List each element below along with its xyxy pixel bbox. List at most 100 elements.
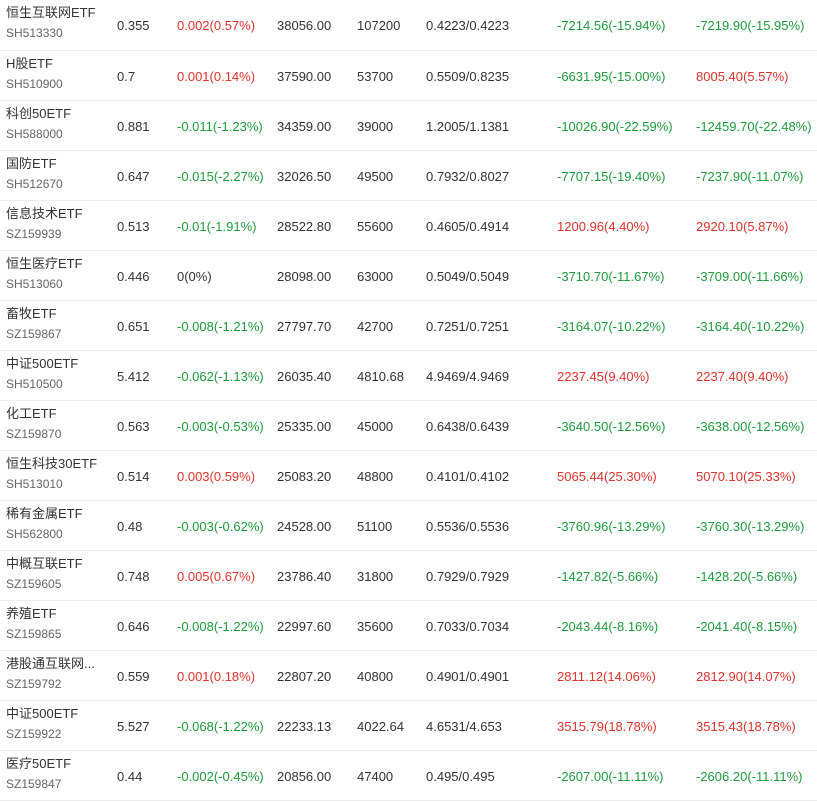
cost-cell: 0.6438/0.6439	[426, 418, 510, 434]
fund-name[interactable]: 中证500ETF	[6, 355, 78, 373]
fund-name[interactable]: 国防ETF	[6, 155, 57, 173]
fund-name[interactable]: 恒生互联网ETF	[6, 4, 96, 22]
change-cell: 0.003(0.59%)	[177, 468, 256, 484]
name-cell[interactable]: 稀有金属ETF SH562800	[6, 501, 106, 551]
fund-name[interactable]: H股ETF	[6, 55, 53, 73]
table-row[interactable]: 养殖ETF SZ159865 0.646 -0.008(-1.22%) 2299…	[0, 601, 817, 651]
price-cell: 0.563	[117, 418, 150, 434]
market-value-cell: 28098.00	[277, 268, 332, 284]
change-cell: 0(0%)	[177, 268, 212, 284]
cost-cell: 0.5049/0.5049	[426, 268, 510, 284]
shares-cell: 40800	[357, 668, 394, 684]
name-cell[interactable]: H股ETF SH510900	[6, 51, 106, 101]
fund-code: SH513010	[6, 477, 63, 491]
table-row[interactable]: H股ETF SH510900 0.7 0.001(0.14%) 37590.00…	[0, 51, 817, 101]
fund-code: SZ159922	[6, 727, 62, 741]
table-row[interactable]: 恒生科技30ETF SH513010 0.514 0.003(0.59%) 25…	[0, 451, 817, 501]
total-profit-loss-cell: -3638.00(-12.56%)	[696, 418, 805, 434]
fund-name[interactable]: 科创50ETF	[6, 105, 71, 123]
market-value-cell: 26035.40	[277, 368, 332, 384]
table-row[interactable]: 畜牧ETF SZ159867 0.651 -0.008(-1.21%) 2779…	[0, 301, 817, 351]
fund-name[interactable]: 中证500ETF	[6, 705, 78, 723]
fund-name[interactable]: 畜牧ETF	[6, 305, 57, 323]
name-cell[interactable]: 恒生医疗ETF SH513060	[6, 251, 106, 301]
price-cell: 0.647	[117, 168, 150, 184]
table-row[interactable]: 中证500ETF SZ159922 5.527 -0.068(-1.22%) 2…	[0, 701, 817, 751]
price-cell: 0.559	[117, 668, 150, 684]
fund-name[interactable]: 港股通互联网...	[6, 655, 95, 673]
cost-cell: 0.5536/0.5536	[426, 518, 510, 534]
total-profit-loss-cell: -2606.20(-11.11%)	[696, 768, 803, 784]
fund-name[interactable]: 中概互联ETF	[6, 555, 83, 573]
name-cell[interactable]: 化工ETF SZ159870	[6, 401, 106, 451]
fund-code: SZ159867	[6, 327, 62, 341]
profit-loss-cell: -6631.95(-15.00%)	[557, 68, 666, 84]
total-profit-loss-cell: 2812.90(14.07%)	[696, 668, 796, 684]
name-cell[interactable]: 恒生科技30ETF SH513010	[6, 451, 106, 501]
fund-name[interactable]: 养殖ETF	[6, 605, 57, 623]
change-cell: 0.001(0.18%)	[177, 668, 256, 684]
total-profit-loss-cell: -7237.90(-11.07%)	[696, 168, 804, 184]
profit-loss-cell: -3164.07(-10.22%)	[557, 318, 666, 334]
name-cell[interactable]: 医疗50ETF SZ159847	[6, 751, 106, 801]
total-profit-loss-cell: -3709.00(-11.66%)	[696, 268, 804, 284]
shares-cell: 4022.64	[357, 718, 404, 734]
shares-cell: 4810.68	[357, 368, 404, 384]
fund-code: SH562800	[6, 527, 63, 541]
profit-loss-cell: -3640.50(-12.56%)	[557, 418, 666, 434]
name-cell[interactable]: 科创50ETF SH588000	[6, 101, 106, 151]
fund-name[interactable]: 医疗50ETF	[6, 755, 71, 773]
name-cell[interactable]: 中证500ETF SH510500	[6, 351, 106, 401]
cost-cell: 4.6531/4.653	[426, 718, 502, 734]
name-cell[interactable]: 养殖ETF SZ159865	[6, 601, 106, 651]
profit-loss-cell: 2237.45(9.40%)	[557, 368, 650, 384]
table-row[interactable]: 中证500ETF SH510500 5.412 -0.062(-1.13%) 2…	[0, 351, 817, 401]
cost-cell: 1.2005/1.1381	[426, 118, 510, 134]
profit-loss-cell: -1427.82(-5.66%)	[557, 568, 659, 584]
profit-loss-cell: -3760.96(-13.29%)	[557, 518, 666, 534]
fund-code: SH512670	[6, 177, 63, 191]
name-cell[interactable]: 恒生互联网ETF SH513330	[6, 0, 106, 50]
market-value-cell: 22997.60	[277, 618, 332, 634]
fund-code: SH513330	[6, 26, 63, 40]
table-row[interactable]: 科创50ETF SH588000 0.881 -0.011(-1.23%) 34…	[0, 101, 817, 151]
fund-code: SZ159939	[6, 227, 62, 241]
shares-cell: 63000	[357, 268, 394, 284]
table-row[interactable]: 稀有金属ETF SH562800 0.48 -0.003(-0.62%) 245…	[0, 501, 817, 551]
total-profit-loss-cell: 5070.10(25.33%)	[696, 468, 796, 484]
table-row[interactable]: 港股通互联网... SZ159792 0.559 0.001(0.18%) 22…	[0, 651, 817, 701]
table-row[interactable]: 恒生医疗ETF SH513060 0.446 0(0%) 28098.00 63…	[0, 251, 817, 301]
cost-cell: 4.9469/4.9469	[426, 368, 510, 384]
price-cell: 0.513	[117, 218, 150, 234]
total-profit-loss-cell: -1428.20(-5.66%)	[696, 568, 798, 584]
table-row[interactable]: 中概互联ETF SZ159605 0.748 0.005(0.67%) 2378…	[0, 551, 817, 601]
table-row[interactable]: 医疗50ETF SZ159847 0.44 -0.002(-0.45%) 208…	[0, 751, 817, 801]
fund-name[interactable]: 化工ETF	[6, 405, 57, 423]
price-cell: 0.355	[117, 17, 150, 33]
fund-name[interactable]: 稀有金属ETF	[6, 505, 83, 523]
change-cell: -0.008(-1.22%)	[177, 618, 264, 634]
fund-name[interactable]: 恒生科技30ETF	[6, 455, 97, 473]
name-cell[interactable]: 畜牧ETF SZ159867	[6, 301, 106, 351]
name-cell[interactable]: 国防ETF SH512670	[6, 151, 106, 201]
fund-name[interactable]: 恒生医疗ETF	[6, 255, 83, 273]
profit-loss-cell: -7214.56(-15.94%)	[557, 17, 666, 33]
change-cell: -0.062(-1.13%)	[177, 368, 264, 384]
market-value-cell: 38056.00	[277, 17, 332, 33]
market-value-cell: 25335.00	[277, 418, 332, 434]
fund-code: SZ159865	[6, 627, 62, 641]
name-cell[interactable]: 信息技术ETF SZ159939	[6, 201, 106, 251]
fund-name[interactable]: 信息技术ETF	[6, 205, 83, 223]
table-row[interactable]: 信息技术ETF SZ159939 0.513 -0.01(-1.91%) 285…	[0, 201, 817, 251]
shares-cell: 48800	[357, 468, 394, 484]
table-row[interactable]: 化工ETF SZ159870 0.563 -0.003(-0.53%) 2533…	[0, 401, 817, 451]
total-profit-loss-cell: -3164.40(-10.22%)	[696, 318, 805, 334]
profit-loss-cell: 2811.12(14.06%)	[557, 668, 656, 684]
market-value-cell: 25083.20	[277, 468, 332, 484]
table-row[interactable]: 恒生互联网ETF SH513330 0.355 0.002(0.57%) 380…	[0, 0, 817, 51]
change-cell: 0.001(0.14%)	[177, 68, 256, 84]
table-row[interactable]: 国防ETF SH512670 0.647 -0.015(-2.27%) 3202…	[0, 151, 817, 201]
name-cell[interactable]: 中概互联ETF SZ159605	[6, 551, 106, 601]
name-cell[interactable]: 港股通互联网... SZ159792	[6, 651, 106, 701]
name-cell[interactable]: 中证500ETF SZ159922	[6, 701, 106, 751]
